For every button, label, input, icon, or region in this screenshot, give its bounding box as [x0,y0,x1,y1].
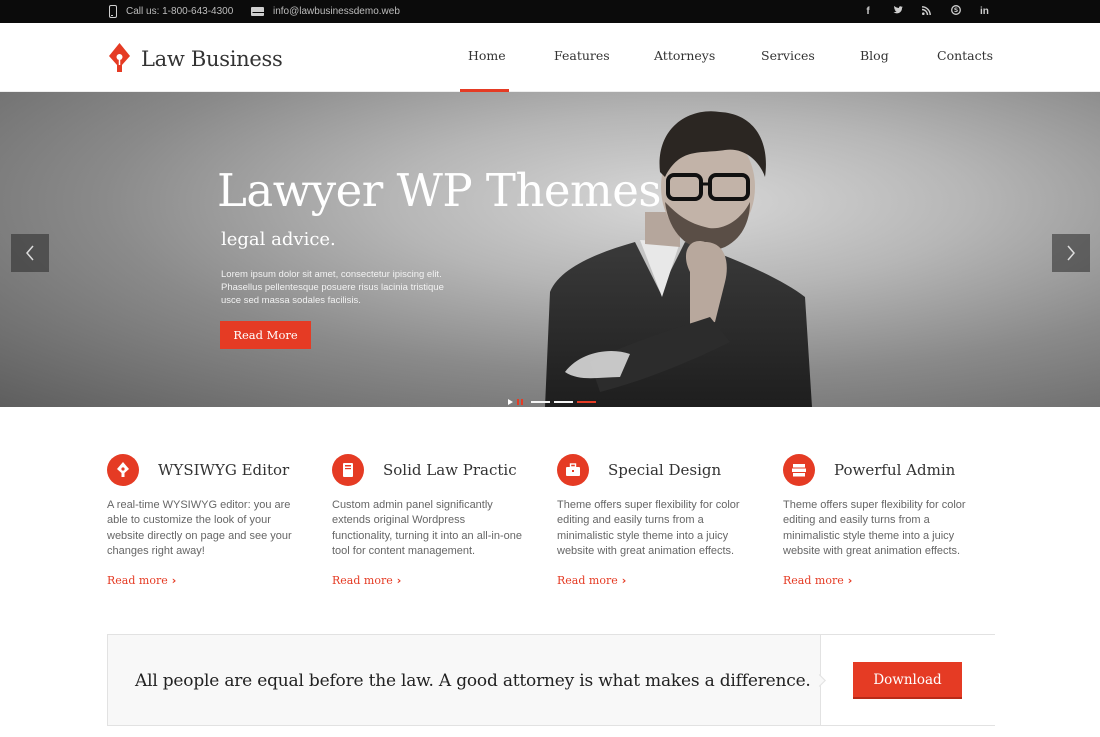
slide-indicator-2[interactable] [554,401,573,403]
hero-portrait-image [545,111,812,407]
download-button[interactable]: Download [853,662,962,699]
feature-text: A real-time WYSIWYG editor: you are able… [107,499,292,558]
chevron-right-icon: › [396,574,402,587]
mail-icon [251,7,264,16]
slider-prev-button[interactable] [11,234,49,272]
main-nav: Home Features Attorneys Services Blog Co… [0,23,1100,92]
site-header: Law Business Home Features Attorneys Ser… [0,23,1100,92]
social-links: f S in [864,0,989,23]
phone-icon [109,5,117,18]
briefcase-icon [557,454,589,486]
feature-text: Custom admin panel significantly extends… [332,499,522,558]
facebook-icon[interactable]: f [864,6,872,17]
feature-read-more-link[interactable]: Read more › [557,574,626,587]
feature-read-more-link[interactable]: Read more › [107,574,176,587]
books-stack-icon [783,454,815,486]
email-contact[interactable]: info@lawbusinessdemo.web [251,0,400,23]
email-text[interactable]: info@lawbusinessdemo.web [273,6,400,17]
chevron-right-icon [1067,245,1075,261]
pen-nib-icon [107,454,139,486]
nav-features[interactable]: Features [554,48,610,63]
rss-icon[interactable] [921,5,931,18]
chevron-left-icon [26,245,34,261]
pause-icon[interactable] [517,399,523,405]
slide-indicator-1[interactable] [531,401,550,403]
hero-description: Lorem ipsum dolor sit amet, consectetur … [221,269,444,306]
top-bar: Call us: 1-800-643-4300 info@lawbusiness… [0,0,1100,23]
feature-title: Powerful Admin [834,461,956,479]
slide-indicator-3[interactable] [577,401,596,403]
hero-subtitle: legal advice. [221,229,336,250]
slider-next-button[interactable] [1052,234,1090,272]
phone-contact: Call us: 1-800-643-4300 [109,0,233,23]
read-more-button[interactable]: Read More [220,321,311,349]
twitter-icon[interactable] [893,6,903,17]
nav-services[interactable]: Services [761,48,815,63]
play-icon[interactable] [508,399,513,405]
hero-slider: Lawyer WP Themes legal advice. Lorem ips… [0,92,1100,407]
nav-home[interactable]: Home [468,48,506,63]
feature-read-more-link[interactable]: Read more › [783,574,852,587]
chevron-right-icon: › [621,574,627,587]
feature-title: Special Design [608,461,722,479]
chevron-right-icon: › [847,574,853,587]
hero-title: Lawyer WP Themes [217,164,661,217]
nav-contacts[interactable]: Contacts [937,48,993,63]
svg-text:S: S [954,7,958,14]
chevron-right-icon: › [171,574,177,587]
nav-blog[interactable]: Blog [860,48,889,63]
feature-text: Theme offers super flexibility for color… [783,499,966,558]
phone-text: Call us: 1-800-643-4300 [126,6,234,17]
nav-attorneys[interactable]: Attorneys [654,48,715,63]
callout-text: All people are equal before the law. A g… [135,671,811,691]
feature-title: WYSIWYG Editor [158,461,290,479]
feature-title: Solid Law Practic [383,461,517,479]
feature-read-more-link[interactable]: Read more › [332,574,401,587]
slider-pagination [508,399,596,405]
feature-text: Theme offers super flexibility for color… [557,499,740,558]
skype-icon[interactable]: S [951,5,961,18]
linkedin-icon[interactable]: in [980,6,989,17]
callout-banner: All people are equal before the law. A g… [107,634,996,726]
book-icon [332,454,364,486]
